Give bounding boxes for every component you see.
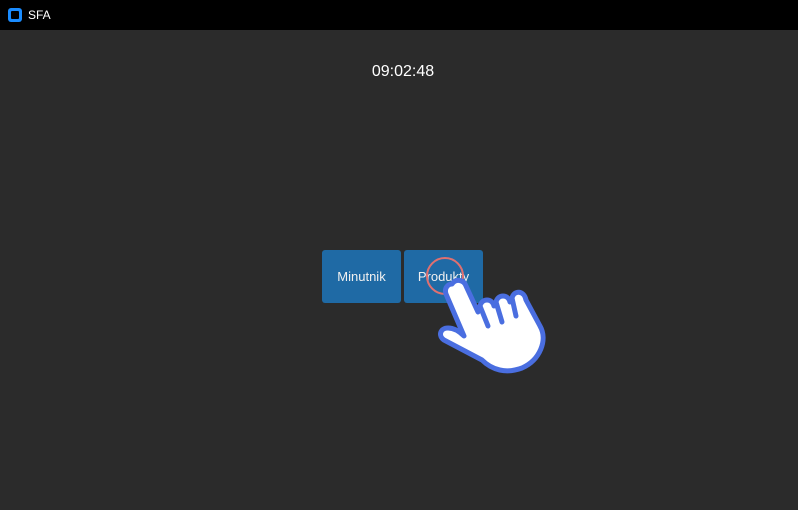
window-title: SFA: [28, 8, 51, 22]
title-bar: SFA: [0, 0, 798, 30]
app-window: SFA 09:02:48 Minutnik Produkty: [0, 0, 798, 510]
produkty-button[interactable]: Produkty: [404, 250, 483, 303]
minutnik-button[interactable]: Minutnik: [322, 250, 401, 303]
app-icon: [8, 8, 22, 22]
clock-display: 09:02:48: [371, 63, 435, 80]
